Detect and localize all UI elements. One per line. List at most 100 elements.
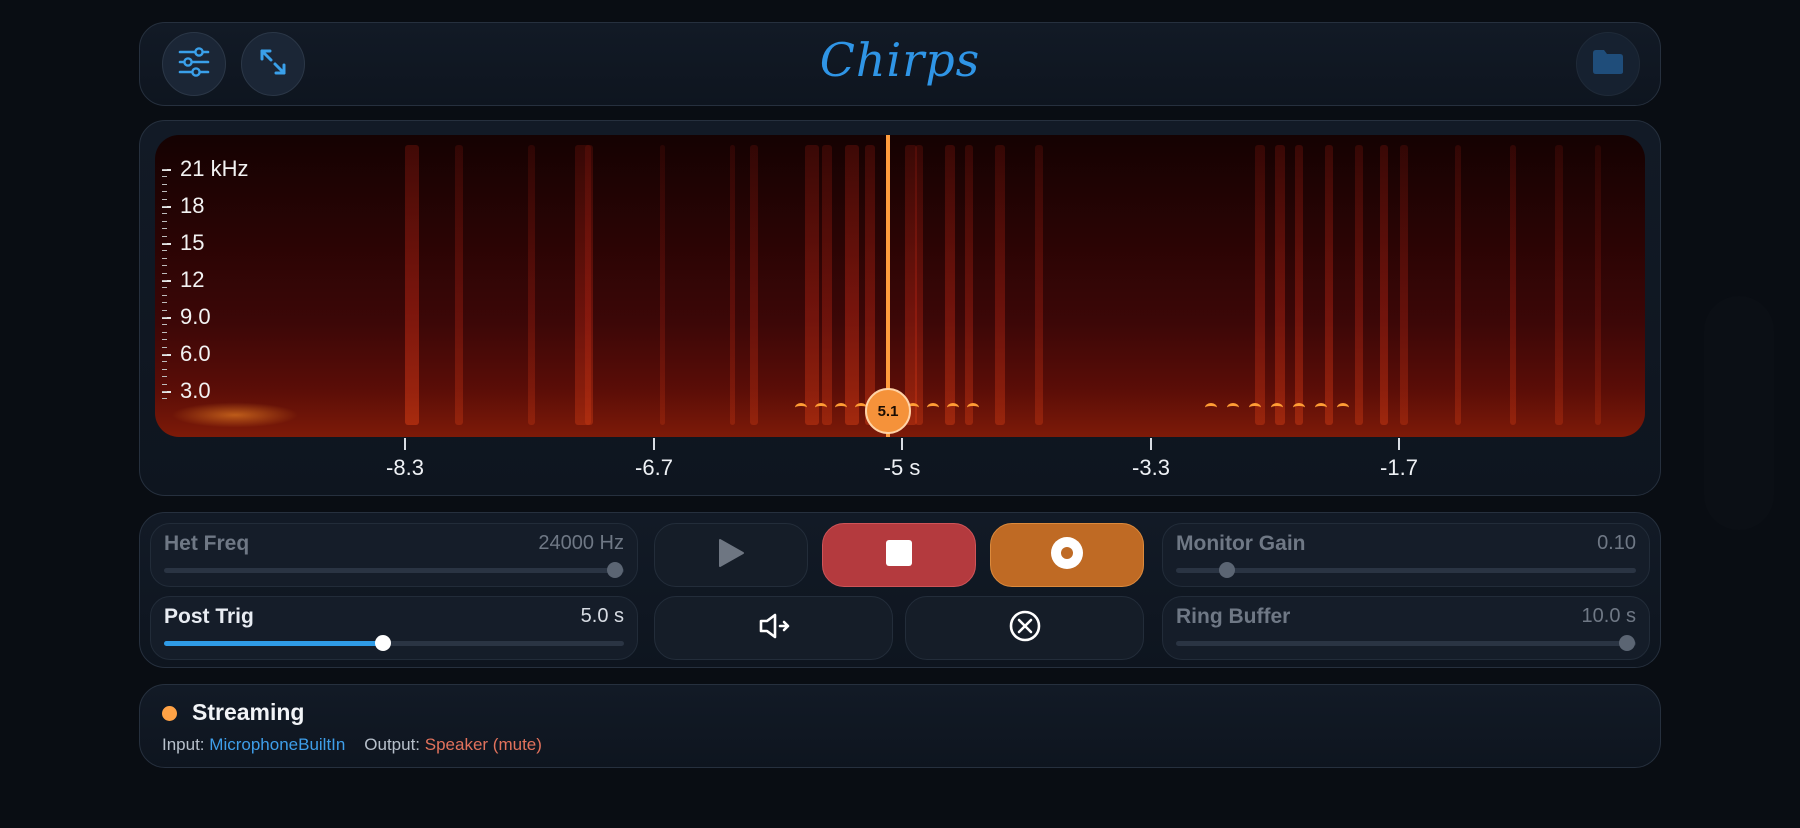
energy-streak bbox=[1355, 145, 1363, 425]
chirp-mark bbox=[1227, 403, 1239, 412]
status-panel: Streaming Input: MicrophoneBuiltIn Outpu… bbox=[139, 684, 1661, 768]
freq-label: 6.0 bbox=[180, 341, 211, 366]
time-tick bbox=[653, 438, 655, 450]
post-trig-slider[interactable]: Post Trig 5.0 s bbox=[150, 596, 638, 660]
cancel-button[interactable] bbox=[905, 596, 1144, 660]
monitor-speaker-button[interactable] bbox=[654, 596, 893, 660]
het-freq-track[interactable] bbox=[164, 562, 624, 578]
frequency-axis: 21 kHz 18 15 12 9.0 6.0 3.0 bbox=[162, 155, 282, 415]
freq-minor-tick bbox=[162, 228, 167, 230]
energy-streak bbox=[965, 145, 973, 425]
ring-buffer-thumb[interactable] bbox=[1618, 635, 1635, 651]
ring-buffer-slider[interactable]: Ring Buffer 10.0 s bbox=[1162, 596, 1650, 660]
input-label: Input: bbox=[162, 735, 205, 754]
energy-streak bbox=[845, 145, 859, 425]
het-freq-thumb[interactable] bbox=[606, 562, 623, 578]
status-dot bbox=[162, 706, 177, 721]
time-label: -8.3 bbox=[386, 455, 424, 480]
controls-panel: Het Freq 24000 Hz Post Trig 5.0 s Monito… bbox=[139, 512, 1661, 668]
chirp-mark bbox=[927, 403, 939, 412]
het-freq-label: Het Freq bbox=[164, 532, 250, 555]
energy-streak bbox=[750, 145, 758, 425]
freq-minor-tick bbox=[162, 331, 167, 333]
freq-label: 3.0 bbox=[180, 378, 211, 403]
freq-minor-tick bbox=[162, 302, 167, 304]
freq-minor-tick bbox=[162, 198, 167, 200]
energy-streak bbox=[730, 145, 735, 425]
stop-button[interactable] bbox=[822, 523, 976, 587]
energy-streak bbox=[995, 145, 1005, 425]
freq-minor-tick bbox=[162, 346, 167, 348]
freq-minor-tick bbox=[162, 368, 167, 370]
energy-streak bbox=[865, 145, 875, 425]
freq-minor-tick bbox=[162, 324, 167, 326]
io-info: Input: MicrophoneBuiltIn Output: Speaker… bbox=[162, 735, 542, 755]
energy-streak bbox=[528, 145, 535, 425]
record-button[interactable] bbox=[990, 523, 1144, 587]
energy-streak bbox=[945, 145, 955, 425]
chirp-mark bbox=[967, 403, 979, 412]
freq-minor-tick bbox=[162, 354, 167, 355]
energy-streak bbox=[1380, 145, 1388, 425]
time-label: -5 s bbox=[883, 455, 921, 480]
record-icon bbox=[1050, 536, 1084, 575]
freq-minor-tick bbox=[162, 191, 167, 193]
chirp-mark bbox=[947, 403, 959, 412]
ring-buffer-value: 10.0 s bbox=[1581, 605, 1636, 627]
monitor-gain-value: 0.10 bbox=[1597, 532, 1636, 554]
chirp-mark bbox=[1271, 403, 1283, 412]
monitor-gain-track[interactable] bbox=[1176, 562, 1636, 578]
energy-streak bbox=[1555, 145, 1563, 425]
spectrogram-panel: 21 kHz 18 15 12 9.0 6.0 3.0 5.1 -8.3 -6.7 -5 s -3… bbox=[139, 120, 1661, 496]
energy-streak bbox=[822, 145, 832, 425]
energy-streak bbox=[405, 145, 419, 425]
post-trig-value: 5.0 s bbox=[580, 605, 624, 627]
freq-minor-tick bbox=[162, 309, 167, 311]
energy-streak bbox=[455, 145, 463, 425]
time-tick bbox=[901, 438, 903, 450]
post-trig-track[interactable] bbox=[164, 635, 624, 651]
freq-minor-tick bbox=[162, 250, 167, 252]
energy-streak bbox=[1595, 145, 1601, 425]
monitor-gain-slider[interactable]: Monitor Gain 0.10 bbox=[1162, 523, 1650, 587]
energy-streak bbox=[1455, 145, 1461, 425]
cancel-circle-icon bbox=[1009, 610, 1041, 647]
freq-minor-tick bbox=[162, 383, 167, 385]
time-label: -6.7 bbox=[635, 455, 673, 480]
monitor-gain-thumb[interactable] bbox=[1218, 562, 1235, 578]
folder-button[interactable] bbox=[1576, 32, 1640, 96]
freq-minor-tick bbox=[162, 183, 167, 185]
energy-streak bbox=[1295, 145, 1303, 425]
energy-streak bbox=[1400, 145, 1408, 425]
chirp-mark bbox=[1249, 403, 1261, 412]
play-button[interactable] bbox=[654, 523, 808, 587]
freq-minor-tick bbox=[162, 235, 167, 237]
input-device[interactable]: MicrophoneBuiltIn bbox=[209, 735, 345, 754]
freq-minor-tick bbox=[162, 257, 167, 259]
chirp-mark bbox=[1337, 403, 1349, 412]
energy-streak bbox=[1035, 145, 1043, 425]
freq-label: 21 kHz bbox=[180, 156, 249, 181]
energy-streak bbox=[1510, 145, 1516, 425]
playhead-knob[interactable]: 5.1 bbox=[865, 388, 911, 434]
ring-buffer-track[interactable] bbox=[1176, 635, 1636, 651]
spectrogram[interactable]: 21 kHz 18 15 12 9.0 6.0 3.0 5.1 bbox=[155, 135, 1645, 437]
monitor-gain-label: Monitor Gain bbox=[1176, 532, 1306, 555]
ring-buffer-label: Ring Buffer bbox=[1176, 605, 1291, 628]
output-device[interactable]: Speaker (mute) bbox=[425, 735, 542, 754]
chirp-mark bbox=[1293, 403, 1305, 412]
side-handle bbox=[1704, 296, 1774, 530]
freq-label: 9.0 bbox=[180, 304, 211, 329]
folder-icon bbox=[1591, 48, 1625, 81]
freq-label: 12 bbox=[180, 267, 205, 292]
time-tick bbox=[404, 438, 406, 450]
het-freq-slider[interactable]: Het Freq 24000 Hz bbox=[150, 523, 638, 587]
het-freq-value: 24000 Hz bbox=[538, 532, 624, 554]
post-trig-thumb[interactable] bbox=[374, 635, 391, 651]
energy-streak bbox=[805, 145, 819, 425]
freq-minor-tick bbox=[162, 213, 167, 215]
freq-label: 18 bbox=[180, 193, 205, 218]
status-text: Streaming bbox=[192, 699, 305, 725]
energy-streak bbox=[660, 145, 665, 425]
freq-minor-tick bbox=[162, 265, 167, 267]
